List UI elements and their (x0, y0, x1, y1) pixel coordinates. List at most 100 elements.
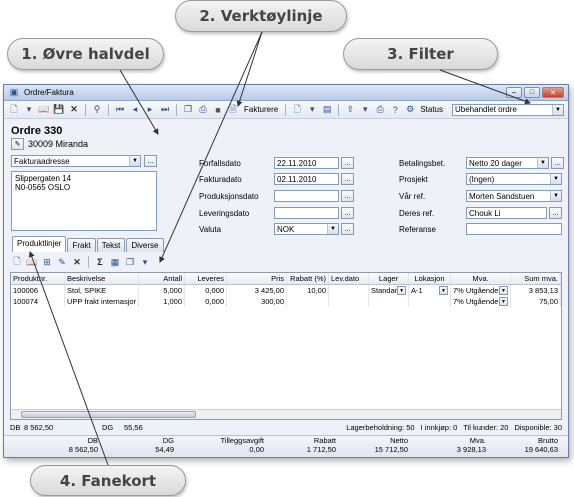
table-cell[interactable]: Standar ▼ (369, 285, 409, 296)
save-icon[interactable]: 💾 (53, 104, 65, 116)
structure-icon[interactable]: ▦ (109, 256, 121, 268)
table-cell[interactable]: 7% Utgående ▼ (451, 296, 511, 307)
column-header[interactable]: Antall (139, 273, 185, 284)
table-cell[interactable]: 1,000 (139, 296, 185, 307)
address-more-button[interactable]: ... (144, 155, 157, 167)
printer-icon[interactable]: ⎙ (374, 104, 386, 116)
document-icon[interactable]: 🗋 (291, 104, 303, 116)
column-header[interactable]: Rabatt (%) (287, 273, 329, 284)
invoice-date-picker[interactable]: ... (341, 173, 354, 185)
settings-icon[interactable]: ⚙ (404, 104, 416, 116)
new-document-icon[interactable]: 🗋 (8, 104, 20, 116)
table-cell[interactable]: 5,000 (139, 285, 185, 296)
invoice-button[interactable]: Fakturere (242, 105, 280, 114)
maximize-button[interactable]: □ (524, 87, 540, 98)
your-ref-field[interactable]: Chouk Li (466, 207, 547, 219)
open-book-icon[interactable]: 📖 (26, 256, 38, 268)
report-icon[interactable]: ▤ (321, 104, 333, 116)
chevron-down-icon[interactable]: ▼ (499, 297, 508, 306)
table-cell[interactable]: 7% Utgående ▼ (451, 285, 511, 296)
our-ref-select[interactable]: Morten Sandstuen ▼ (466, 190, 562, 202)
production-date-field[interactable] (274, 190, 339, 202)
invoice-date-field[interactable]: 02.11.2010 (274, 173, 339, 185)
copy-lines-icon[interactable]: ❐ (124, 256, 136, 268)
column-header[interactable]: Lev.dato (329, 273, 369, 284)
your-ref-more-button[interactable]: ... (549, 207, 562, 219)
table-cell[interactable]: 100074 (11, 296, 65, 307)
payment-terms-more-button[interactable]: ... (551, 157, 564, 169)
customer-icon[interactable]: ✎ (11, 138, 24, 150)
tab-misc[interactable]: Diverse (126, 238, 164, 252)
minimize-button[interactable]: – (506, 87, 522, 98)
column-header[interactable]: Beskrivelse (65, 273, 139, 284)
column-header[interactable]: Mva. (451, 273, 511, 284)
chevron-down-icon[interactable]: ▼ (499, 286, 508, 295)
delete-icon[interactable]: ✕ (68, 104, 80, 116)
table-row[interactable]: 100074 UPP frakt internasjor 1,000 0,000… (11, 296, 561, 307)
tab-text[interactable]: Tekst (96, 238, 126, 252)
currency-more-button[interactable]: ... (341, 223, 354, 235)
table-cell[interactable]: 10,00 (287, 285, 329, 296)
first-record-icon[interactable]: ⏮ (114, 104, 126, 116)
currency-select[interactable]: NOK ▼ (274, 223, 339, 235)
table-cell[interactable]: Stol, SPIKE (65, 285, 139, 296)
next-record-icon[interactable]: ▸ (144, 104, 156, 116)
table-cell[interactable] (329, 296, 369, 307)
export-icon[interactable]: ⇪ (344, 104, 356, 116)
payment-terms-select[interactable]: Netto 20 dager ▼ (466, 157, 549, 169)
delivery-date-field[interactable] (274, 207, 339, 219)
table-cell[interactable]: UPP frakt internasjor (65, 296, 139, 307)
column-header[interactable]: Pris (227, 273, 287, 284)
table-cell[interactable]: 0,000 (185, 285, 227, 296)
sum-icon[interactable]: Σ (94, 256, 106, 268)
table-cell[interactable] (369, 296, 409, 307)
help-icon[interactable]: ? (389, 104, 401, 116)
table-cell[interactable]: 3 853,13 (511, 285, 561, 296)
production-date-picker[interactable]: ... (341, 190, 354, 202)
open-book-icon[interactable]: 📖 (38, 104, 50, 116)
close-button[interactable]: ✕ (542, 87, 564, 98)
chevron-down-icon[interactable]: ▼ (397, 286, 406, 295)
table-cell[interactable]: 300,00 (227, 296, 287, 307)
due-date-field[interactable]: 22.11.2010 (274, 157, 339, 169)
table-cell[interactable] (409, 296, 451, 307)
dropdown-arrow-icon[interactable]: ▾ (359, 104, 371, 116)
horizontal-scrollbar[interactable] (11, 409, 561, 419)
scrollbar-thumb[interactable] (21, 411, 196, 418)
table-cell[interactable] (287, 296, 329, 307)
project-select[interactable]: (Ingen) ▼ (466, 173, 562, 185)
chevron-down-icon[interactable]: ▼ (439, 286, 448, 295)
status-filter-select[interactable]: Ubehandlet ordre ▼ (452, 103, 564, 116)
column-header[interactable]: Lager (369, 273, 409, 284)
address-type-select[interactable]: Fakturaadresse ▼ (11, 155, 141, 167)
table-cell[interactable] (329, 285, 369, 296)
reference-field[interactable] (466, 223, 562, 235)
last-record-icon[interactable]: ⏭ (159, 104, 171, 116)
due-date-picker[interactable]: ... (341, 157, 354, 169)
address-box[interactable]: Slippergaten 14 N0-0565 OSLO (11, 171, 157, 231)
tab-product-lines[interactable]: Produktlinjer (12, 236, 67, 252)
column-header[interactable]: Sum mva. (511, 273, 561, 284)
insert-line-icon[interactable]: ⊞ (41, 256, 53, 268)
dropdown-arrow-icon[interactable]: ▾ (23, 104, 35, 116)
delete-line-icon[interactable]: ✕ (71, 256, 83, 268)
previous-record-icon[interactable]: ◂ (129, 104, 141, 116)
table-row[interactable]: 100006 Stol, SPIKE 5,000 0,000 3 425,00 … (11, 285, 561, 296)
dropdown-arrow-icon[interactable]: ▾ (139, 256, 151, 268)
print-preview-icon[interactable]: ⎙ (197, 104, 209, 116)
table-cell[interactable]: 75,00 (511, 296, 561, 307)
new-line-icon[interactable]: 🗋 (11, 256, 23, 268)
search-icon[interactable]: ⚲ (91, 104, 103, 116)
tab-freight[interactable]: Frakt (67, 238, 96, 252)
edit-line-icon[interactable]: ✎ (56, 256, 68, 268)
copy-icon[interactable]: ❐ (182, 104, 194, 116)
column-header[interactable]: Leveres (185, 273, 227, 284)
stop-icon[interactable]: ■ (212, 104, 224, 116)
table-cell[interactable]: 0,000 (185, 296, 227, 307)
delivery-date-picker[interactable]: ... (341, 207, 354, 219)
table-cell[interactable]: 100006 (11, 285, 65, 296)
column-header[interactable]: Lokasjon (409, 273, 451, 284)
table-cell[interactable]: A-1 ▼ (409, 285, 451, 296)
table-cell[interactable]: 3 425,00 (227, 285, 287, 296)
column-header[interactable]: Produktnr. (11, 273, 65, 284)
